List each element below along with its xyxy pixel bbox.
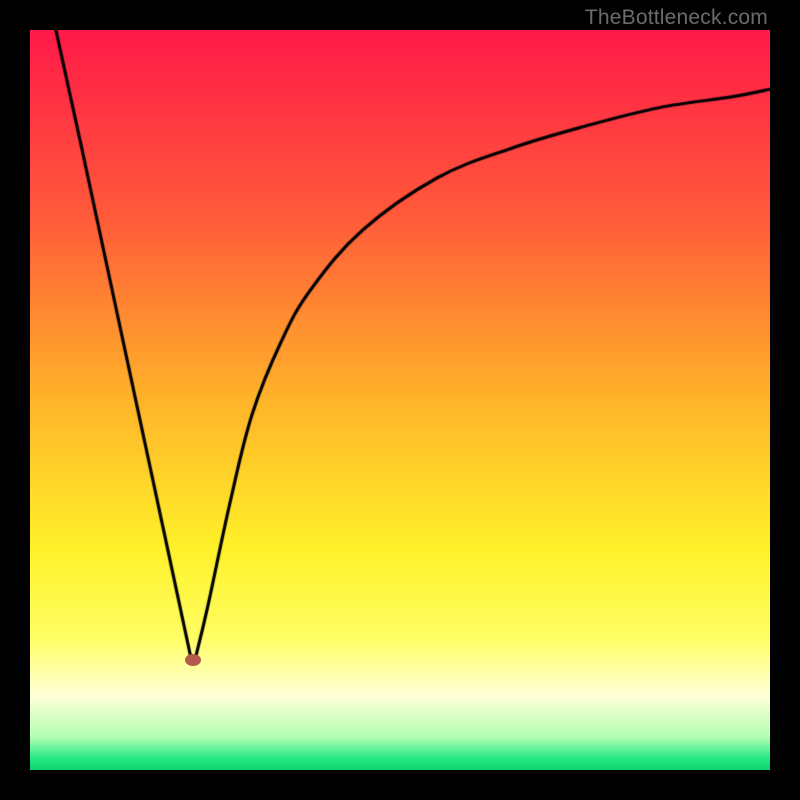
watermark-text: TheBottleneck.com (585, 6, 768, 30)
chart-frame (30, 30, 770, 770)
minimum-dot (185, 654, 201, 666)
bottleneck-curve (30, 30, 770, 770)
